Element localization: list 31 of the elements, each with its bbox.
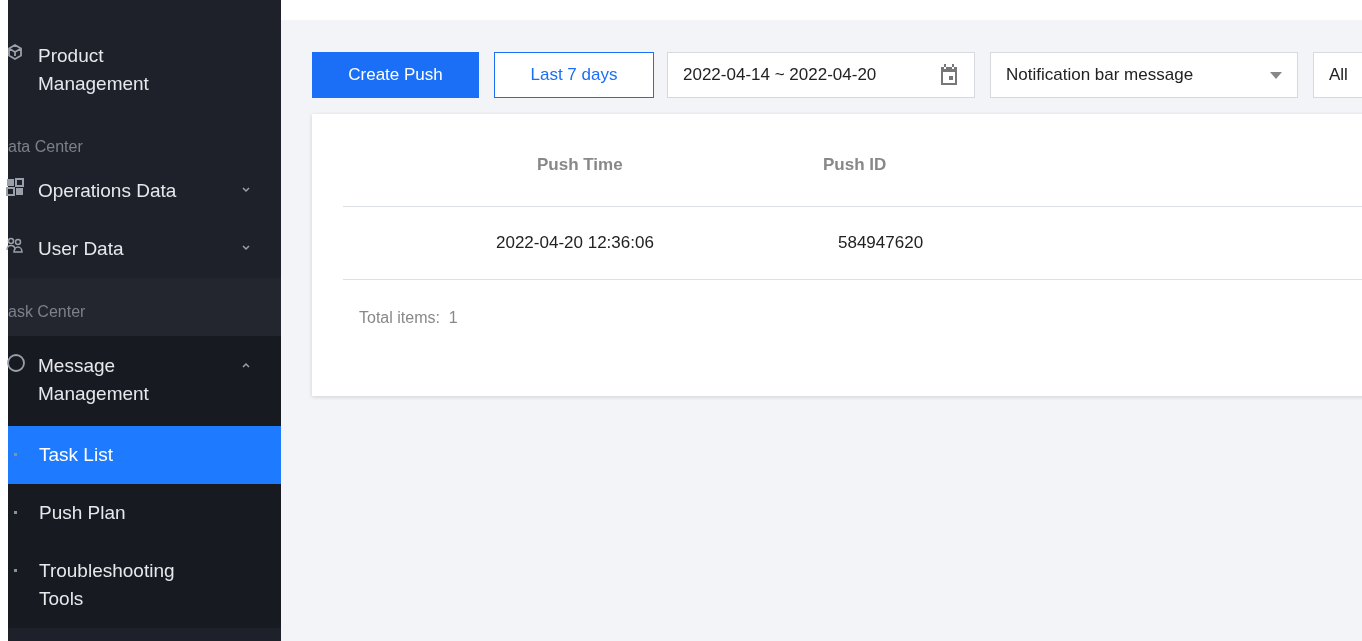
sidebar-subitem[interactable]: Task List — [8, 426, 281, 484]
total-count: Total items: 1 — [359, 309, 458, 326]
date-range-field[interactable]: 2022-04-14 ~ 2022-04-20 — [667, 52, 975, 98]
bullet-icon — [14, 569, 17, 572]
sidebar-item[interactable]: User Data — [8, 220, 281, 278]
sidebar-subitem[interactable]: Push Plan — [8, 484, 281, 542]
sidebar-item[interactable]: Product Management — [8, 42, 281, 118]
table-cell: 584947620 — [838, 233, 924, 253]
sidebar-item[interactable]: Operations Data — [8, 162, 281, 220]
section-heading: ata Center — [8, 137, 83, 157]
bullet-icon — [14, 453, 17, 456]
sidebar-subitem[interactable]: Troubleshooting Tools — [8, 542, 281, 628]
date-preset-button[interactable]: Last 7 days — [494, 52, 654, 98]
grid-icon — [6, 178, 24, 196]
caret-down-icon — [241, 245, 251, 251]
table-cell: 2022-04-20 12:36:06 — [496, 233, 654, 253]
caret-down-icon — [241, 187, 251, 193]
bullet-icon — [14, 511, 17, 514]
column-header: Push ID — [823, 155, 887, 174]
message-type-select[interactable]: Notification bar message — [990, 52, 1298, 98]
section-heading: ask Center — [8, 302, 86, 322]
circle-icon — [6, 353, 26, 373]
status-select[interactable]: All — [1313, 52, 1362, 98]
caret-up-icon — [241, 362, 251, 368]
dropdown-arrow-icon — [1270, 71, 1282, 79]
create-push-button[interactable]: Create Push — [312, 52, 479, 98]
column-header: Push Time — [537, 155, 623, 174]
calendar-icon — [939, 64, 959, 86]
sidebar-item[interactable]: Message Management — [8, 336, 281, 426]
users-icon — [6, 236, 24, 254]
cube-icon — [6, 43, 24, 61]
